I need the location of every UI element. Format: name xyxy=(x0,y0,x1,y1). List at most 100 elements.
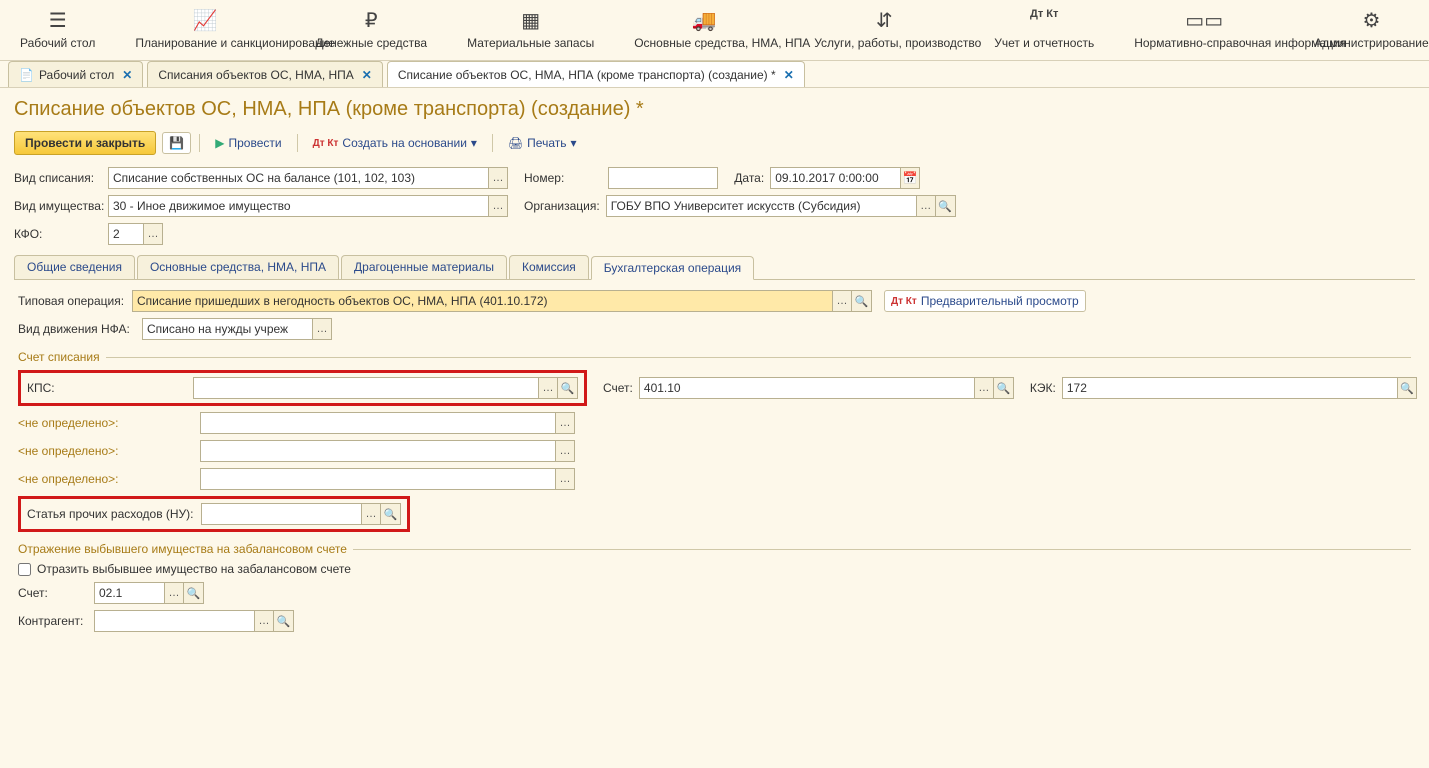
org-label: Организация: xyxy=(524,199,600,213)
post-button[interactable]: ▶Провести xyxy=(208,132,288,154)
tab-writeoffs-list[interactable]: Списания объектов ОС, НМА, НПА✕ xyxy=(147,61,383,87)
ellipsis-button[interactable]: … xyxy=(488,195,508,217)
page-title: Списание объектов ОС, НМА, НПА (кроме тр… xyxy=(14,98,1415,121)
subtab-general[interactable]: Общие сведения xyxy=(14,255,135,279)
nav-assets[interactable]: 🚚Основные средства, НМА, НПА xyxy=(614,0,794,60)
action-toolbar: Провести и закрыть 💾 ▶Провести Дт КтСозд… xyxy=(14,131,1415,155)
gear-icon: ⚙ xyxy=(1314,8,1428,30)
nav-materials[interactable]: ▦Материальные запасы xyxy=(447,0,614,60)
calendar-icon[interactable]: 📅 xyxy=(900,167,920,189)
nav-reference[interactable]: ▭▭Нормативно-справочная информация xyxy=(1114,0,1294,60)
offbalance-section: Отражение выбывшего имущества на забалан… xyxy=(18,542,1411,556)
property-type-field[interactable]: … xyxy=(108,195,508,217)
nav-desktop[interactable]: ☰Рабочий стол xyxy=(0,0,115,60)
subtab-precious[interactable]: Драгоценные материалы xyxy=(341,255,507,279)
nfa-move-field[interactable]: … xyxy=(142,318,332,340)
date-field[interactable]: 📅 xyxy=(770,167,920,189)
org-field[interactable]: … 🔍 xyxy=(606,195,956,217)
typical-op-label: Типовая операция: xyxy=(18,294,126,308)
dtkt-small-icon: Дт Кт xyxy=(891,296,917,307)
nav-planning[interactable]: 📈Планирование и санкционирование xyxy=(115,0,295,60)
search-icon[interactable]: 🔍 xyxy=(274,610,294,632)
kfo-field[interactable]: … xyxy=(108,223,163,245)
counterparty-label: Контрагент: xyxy=(18,614,88,628)
writeoff-type-field[interactable]: … xyxy=(108,167,508,189)
writeoff-account-section: Счет списания xyxy=(18,350,1411,364)
post-and-close-button[interactable]: Провести и закрыть xyxy=(14,131,156,155)
ellipsis-button[interactable]: … xyxy=(164,582,184,604)
chart-icon: 📈 xyxy=(135,8,275,30)
counterparty-field[interactable]: … 🔍 xyxy=(94,610,294,632)
typical-op-field[interactable]: … 🔍 xyxy=(132,290,872,312)
preview-button[interactable]: Дт КтПредварительный просмотр xyxy=(884,290,1086,312)
tab-icon: 📄 xyxy=(19,68,34,82)
close-icon[interactable]: ✕ xyxy=(784,68,794,82)
tab-writeoff-create[interactable]: Списание объектов ОС, НМА, НПА (кроме тр… xyxy=(387,61,805,87)
chevron-down-icon: ▾ xyxy=(570,136,576,150)
print-button[interactable]: 🖨Печать▾ xyxy=(501,132,584,154)
nav-admin[interactable]: ⚙Администрирование xyxy=(1294,0,1429,60)
account-field[interactable]: … 🔍 xyxy=(639,377,1014,399)
undefined-label-1: <не определено>: xyxy=(18,416,194,430)
ellipsis-button[interactable]: … xyxy=(488,167,508,189)
save-button[interactable]: 💾 xyxy=(162,132,191,154)
document-tabs: 📄Рабочий стол✕ Списания объектов ОС, НМА… xyxy=(0,61,1429,88)
ellipsis-button[interactable]: … xyxy=(143,223,163,245)
number-label: Номер: xyxy=(524,171,564,185)
ellipsis-button[interactable]: … xyxy=(361,503,381,525)
kps-label: КПС: xyxy=(27,381,187,395)
subtab-accounting-op[interactable]: Бухгалтерская операция xyxy=(591,256,754,280)
ruble-icon: ₽ xyxy=(315,8,427,30)
post-icon: ▶ xyxy=(215,136,224,150)
offbalance-check-label: Отразить выбывшее имущество на забалансо… xyxy=(37,562,351,576)
account2-label: Счет: xyxy=(18,586,88,600)
subtab-commission[interactable]: Комиссия xyxy=(509,255,589,279)
ellipsis-button[interactable]: … xyxy=(538,377,558,399)
dtkt-icon: Дт Кт xyxy=(994,8,1094,30)
kps-highlight: КПС: … 🔍 xyxy=(18,370,587,406)
offbalance-checkbox[interactable] xyxy=(18,563,31,576)
dtkt-small-icon: Дт Кт xyxy=(313,138,339,149)
kek-field[interactable]: 🔍 xyxy=(1062,377,1417,399)
ellipsis-button[interactable]: … xyxy=(832,290,852,312)
kps-field[interactable]: … 🔍 xyxy=(193,377,578,399)
article-field[interactable]: … 🔍 xyxy=(201,503,401,525)
updown-icon: ⇵ xyxy=(814,8,954,30)
nfa-move-label: Вид движения НФА: xyxy=(18,322,136,336)
article-label: Статья прочих расходов (НУ): xyxy=(27,507,195,521)
chevron-down-icon: ▾ xyxy=(471,136,477,150)
ellipsis-button[interactable]: … xyxy=(254,610,274,632)
search-icon[interactable]: 🔍 xyxy=(936,195,956,217)
undefined-field-1[interactable]: … xyxy=(200,412,575,434)
close-icon[interactable]: ✕ xyxy=(122,68,132,82)
ellipsis-button[interactable]: … xyxy=(916,195,936,217)
number-field[interactable] xyxy=(608,167,718,189)
undefined-field-3[interactable]: … xyxy=(200,468,575,490)
tab-desktop[interactable]: 📄Рабочий стол✕ xyxy=(8,61,143,87)
account2-field[interactable]: … 🔍 xyxy=(94,582,204,604)
nav-accounting[interactable]: Дт КтУчет и отчетность xyxy=(974,0,1114,60)
search-icon[interactable]: 🔍 xyxy=(558,377,578,399)
undefined-field-2[interactable]: … xyxy=(200,440,575,462)
article-highlight: Статья прочих расходов (НУ): … 🔍 xyxy=(18,496,410,532)
search-icon[interactable]: 🔍 xyxy=(1397,377,1417,399)
search-icon[interactable]: 🔍 xyxy=(994,377,1014,399)
ellipsis-button[interactable]: … xyxy=(974,377,994,399)
nav-money[interactable]: ₽Денежные средства xyxy=(295,0,447,60)
close-icon[interactable]: ✕ xyxy=(362,68,372,82)
date-label: Дата: xyxy=(734,171,764,185)
ellipsis-button[interactable]: … xyxy=(555,468,575,490)
create-based-button[interactable]: Дт КтСоздать на основании▾ xyxy=(306,132,484,154)
kek-label: КЭК: xyxy=(1030,381,1056,395)
nav-services[interactable]: ⇵Услуги, работы, производство xyxy=(794,0,974,60)
ellipsis-button[interactable]: … xyxy=(555,412,575,434)
search-icon[interactable]: 🔍 xyxy=(381,503,401,525)
search-icon[interactable]: 🔍 xyxy=(184,582,204,604)
top-navigation: ☰Рабочий стол 📈Планирование и санкционир… xyxy=(0,0,1429,61)
undefined-label-3: <не определено>: xyxy=(18,472,194,486)
subtab-assets[interactable]: Основные средства, НМА, НПА xyxy=(137,255,339,279)
ellipsis-button[interactable]: … xyxy=(555,440,575,462)
search-icon[interactable]: 🔍 xyxy=(852,290,872,312)
ellipsis-button[interactable]: … xyxy=(312,318,332,340)
printer-icon: 🖨 xyxy=(508,136,523,150)
